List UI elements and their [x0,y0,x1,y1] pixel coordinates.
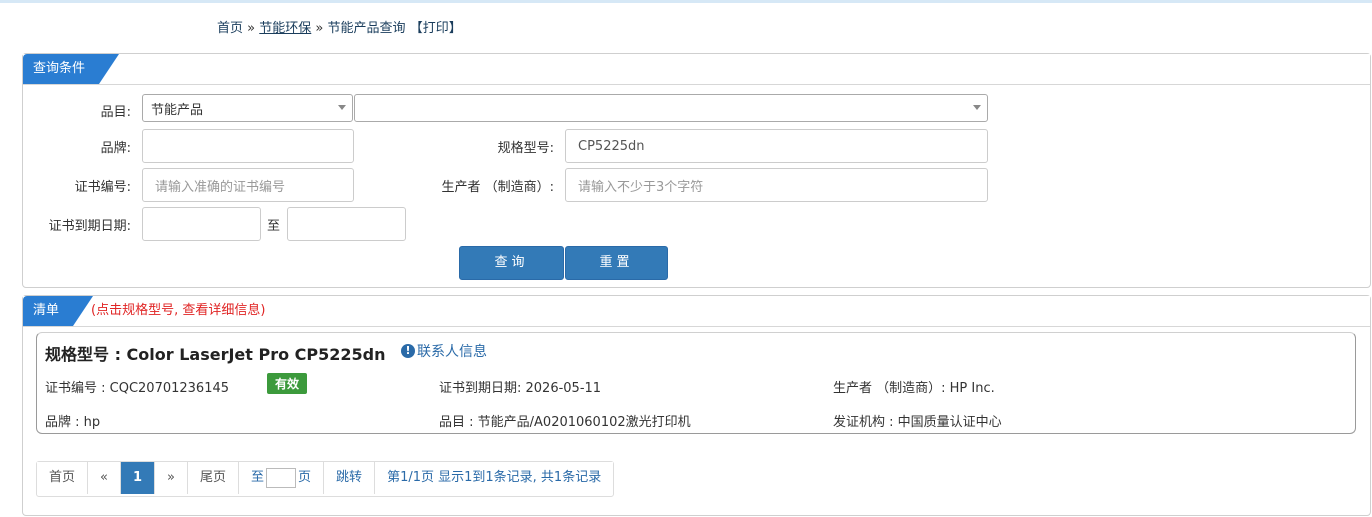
chevron-down-icon [973,105,981,110]
model-input[interactable]: CP5225dn [565,129,988,163]
result-card: 规格型号 : Color LaserJet Pro CP5225dn ! 联系人… [36,332,1356,434]
model-label: 规格型号: [497,141,554,156]
reset-button[interactable]: 重置 [565,246,668,280]
pager-goto-input[interactable] [266,468,297,488]
pager-next[interactable]: » [155,462,188,494]
maker-input[interactable]: 请输入不少于3个字符 [565,168,988,202]
breadcrumb-separator: » [315,21,324,36]
breadcrumb-section-link[interactable]: 节能环保 [259,21,311,36]
pager-jump-button[interactable]: 跳转 [324,462,376,494]
pager-goto-suffix: 页 [298,470,312,485]
result-cert-number: 证书编号 : CQC20701236145 [45,381,230,396]
contact-info-link[interactable]: ! 联系人信息 [401,341,487,361]
breadcrumb-home[interactable]: 首页 [217,21,243,36]
status-badge: 有效 [267,373,308,394]
search-button[interactable]: 查询 [459,246,564,280]
result-brand: 品牌 : hp [45,415,101,430]
pager-prev[interactable]: « [88,462,121,494]
category-select-value: 节能产品 [151,102,204,118]
pager-goto: 至 页 [239,462,325,494]
info-icon: ! [401,344,415,358]
expiry-from-input[interactable] [142,207,261,241]
brand-label: 品牌: [100,141,131,156]
subcategory-select[interactable] [354,94,988,122]
cert-number-label: 证书编号: [74,180,131,195]
pager-goto-prefix: 至 [251,470,265,485]
breadcrumb: 首页 » 节能环保 » 节能产品查询 【打印】 [217,17,462,36]
print-link[interactable]: 【打印】 [410,21,462,36]
result-expiry: 证书到期日期: 2026-05-11 [439,381,602,396]
pager-first[interactable]: 首页 [37,462,89,494]
brand-input[interactable] [142,129,354,163]
cert-number-input[interactable]: 请输入准确的证书编号 [142,168,354,202]
pager-current-page[interactable]: 1 [120,462,156,494]
list-panel-header: 清单 (点击规格型号, 查看详细信息) [23,296,1370,327]
list-panel: 清单 (点击规格型号, 查看详细信息) 规格型号 : Color LaserJe… [22,295,1371,516]
pagination: 首页 « 1 » 尾页 至 页 跳转 第1/1页 显示1到1条记录, 共1条记录 [36,461,615,497]
query-panel: 查询条件 品目: 节能产品 品牌: 规格型号: CP5225dn 证书编号: 请… [22,53,1371,288]
category-select[interactable]: 节能产品 [142,94,353,122]
result-model-title[interactable]: 规格型号 : Color LaserJet Pro CP5225dn [45,341,386,365]
breadcrumb-separator: » [247,21,256,36]
maker-label: 生产者 （制造商）: [441,180,554,195]
chevron-down-icon [338,105,346,110]
pager-last[interactable]: 尾页 [188,462,240,494]
list-panel-hint: (点击规格型号, 查看详细信息) [91,303,266,318]
query-panel-header: 查询条件 [23,54,1370,85]
list-panel-title: 清单 [23,296,93,326]
expiry-to-input[interactable] [287,207,406,241]
expiry-to-label: 至 [267,219,281,234]
result-category: 品目 : 节能产品/A0201060102激光打印机 [439,415,691,430]
expiry-date-label: 证书到期日期: [48,219,131,234]
top-border [0,0,1372,3]
result-issuer: 发证机构 : 中国质量认证中心 [833,415,1002,430]
query-panel-title: 查询条件 [23,54,119,84]
breadcrumb-current: 节能产品查询 [327,21,406,36]
category-label: 品目: [100,105,131,120]
contact-info-label: 联系人信息 [417,344,487,360]
pager-summary: 第1/1页 显示1到1条记录, 共1条记录 [375,462,614,494]
result-maker: 生产者 （制造商）: HP Inc. [833,381,995,396]
